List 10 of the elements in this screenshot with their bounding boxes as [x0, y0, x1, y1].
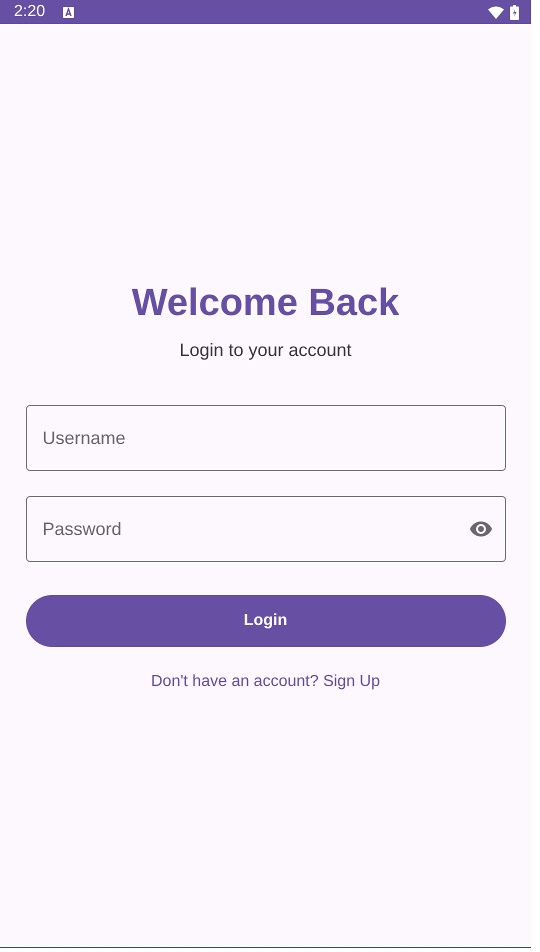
- subtitle: Login to your account: [179, 340, 352, 361]
- battery-icon: [510, 4, 519, 20]
- username-field[interactable]: Username: [26, 405, 506, 471]
- welcome-title: Welcome Back: [132, 281, 400, 326]
- status-time: 2:20: [14, 3, 46, 21]
- signup-link[interactable]: Don't have an account? Sign Up: [151, 673, 380, 691]
- notification-icon: [63, 6, 74, 18]
- login-button[interactable]: Login: [26, 595, 506, 647]
- wifi-icon: [488, 6, 504, 18]
- password-field[interactable]: Password: [26, 496, 506, 562]
